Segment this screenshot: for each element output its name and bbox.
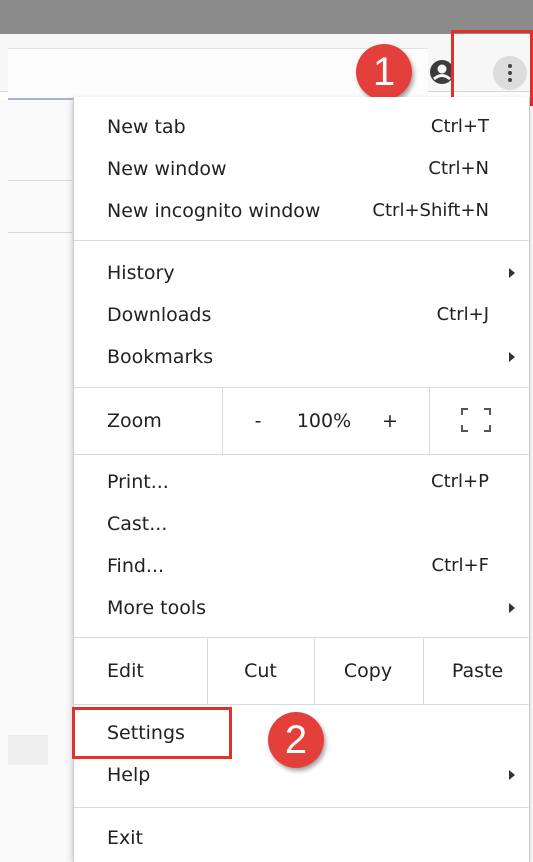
page-divider [8, 232, 72, 233]
step-2-badge: 2 [268, 712, 324, 768]
settings-highlight [72, 707, 232, 759]
edit-row: Edit Cut Copy Paste [74, 638, 531, 704]
menu-item-shortcut: Ctrl+F [431, 555, 489, 576]
menu-divider [74, 454, 531, 455]
menu-item-bookmarks[interactable]: Bookmarks [74, 336, 531, 378]
menu-item-shortcut: Ctrl+J [436, 304, 489, 325]
menu-item-label: Help [107, 764, 151, 786]
menu-item-label: New incognito window [107, 200, 321, 222]
menu-item-shortcut: Ctrl+P [431, 471, 489, 492]
menu-item-label: History [107, 262, 175, 284]
menu-item-exit[interactable]: Exit [74, 817, 531, 859]
copy-button[interactable]: Copy [315, 638, 421, 704]
submenu-arrow-icon [509, 603, 515, 613]
menu-item-label: Print... [107, 471, 169, 493]
zoom-out-button[interactable]: - [242, 388, 274, 454]
menu-item-downloads[interactable]: Downloads Ctrl+J [74, 294, 531, 336]
menu-item-history[interactable]: History [74, 252, 531, 294]
page-divider [8, 180, 72, 181]
submenu-arrow-icon [509, 770, 515, 780]
zoom-level: 100% [296, 410, 352, 432]
zoom-separator [429, 388, 430, 454]
fullscreen-icon[interactable] [461, 408, 491, 432]
menu-item-new-incognito-window[interactable]: New incognito window Ctrl+Shift+N [74, 190, 531, 232]
menu-divider [74, 807, 531, 808]
page-element [8, 735, 48, 765]
menu-item-shortcut: Ctrl+N [428, 158, 489, 179]
zoom-in-button[interactable]: + [374, 388, 406, 454]
submenu-arrow-icon [509, 352, 515, 362]
menu-item-label: Find... [107, 555, 165, 577]
menu-button-highlight [451, 30, 533, 106]
menu-item-more-tools[interactable]: More tools [74, 587, 531, 629]
zoom-label: Zoom [107, 410, 162, 432]
zoom-separator [222, 388, 223, 454]
browser-tab-strip [0, 0, 533, 34]
step-1-badge: 1 [356, 44, 412, 100]
menu-divider [74, 240, 531, 241]
menu-item-label: More tools [107, 597, 207, 619]
menu-item-print[interactable]: Print... Ctrl+P [74, 461, 531, 503]
zoom-row: Zoom - 100% + [74, 388, 531, 454]
menu-item-label: Downloads [107, 304, 212, 326]
menu-divider [74, 704, 531, 705]
menu-item-find[interactable]: Find... Ctrl+F [74, 545, 531, 587]
paste-button[interactable]: Paste [424, 638, 531, 704]
menu-item-label: New tab [107, 116, 186, 138]
menu-item-label: Exit [107, 827, 143, 849]
menu-item-shortcut: Ctrl+T [430, 116, 489, 137]
menu-item-new-tab[interactable]: New tab Ctrl+T [74, 106, 531, 148]
menu-item-label: Bookmarks [107, 346, 214, 368]
edit-label: Edit [107, 660, 144, 682]
menu-item-cast[interactable]: Cast... [74, 503, 531, 545]
menu-item-label: Cast... [107, 513, 168, 535]
cut-button[interactable]: Cut [208, 638, 313, 704]
submenu-arrow-icon [509, 268, 515, 278]
menu-item-shortcut: Ctrl+Shift+N [372, 200, 489, 221]
menu-item-label: New window [107, 158, 227, 180]
menu-item-new-window[interactable]: New window Ctrl+N [74, 148, 531, 190]
